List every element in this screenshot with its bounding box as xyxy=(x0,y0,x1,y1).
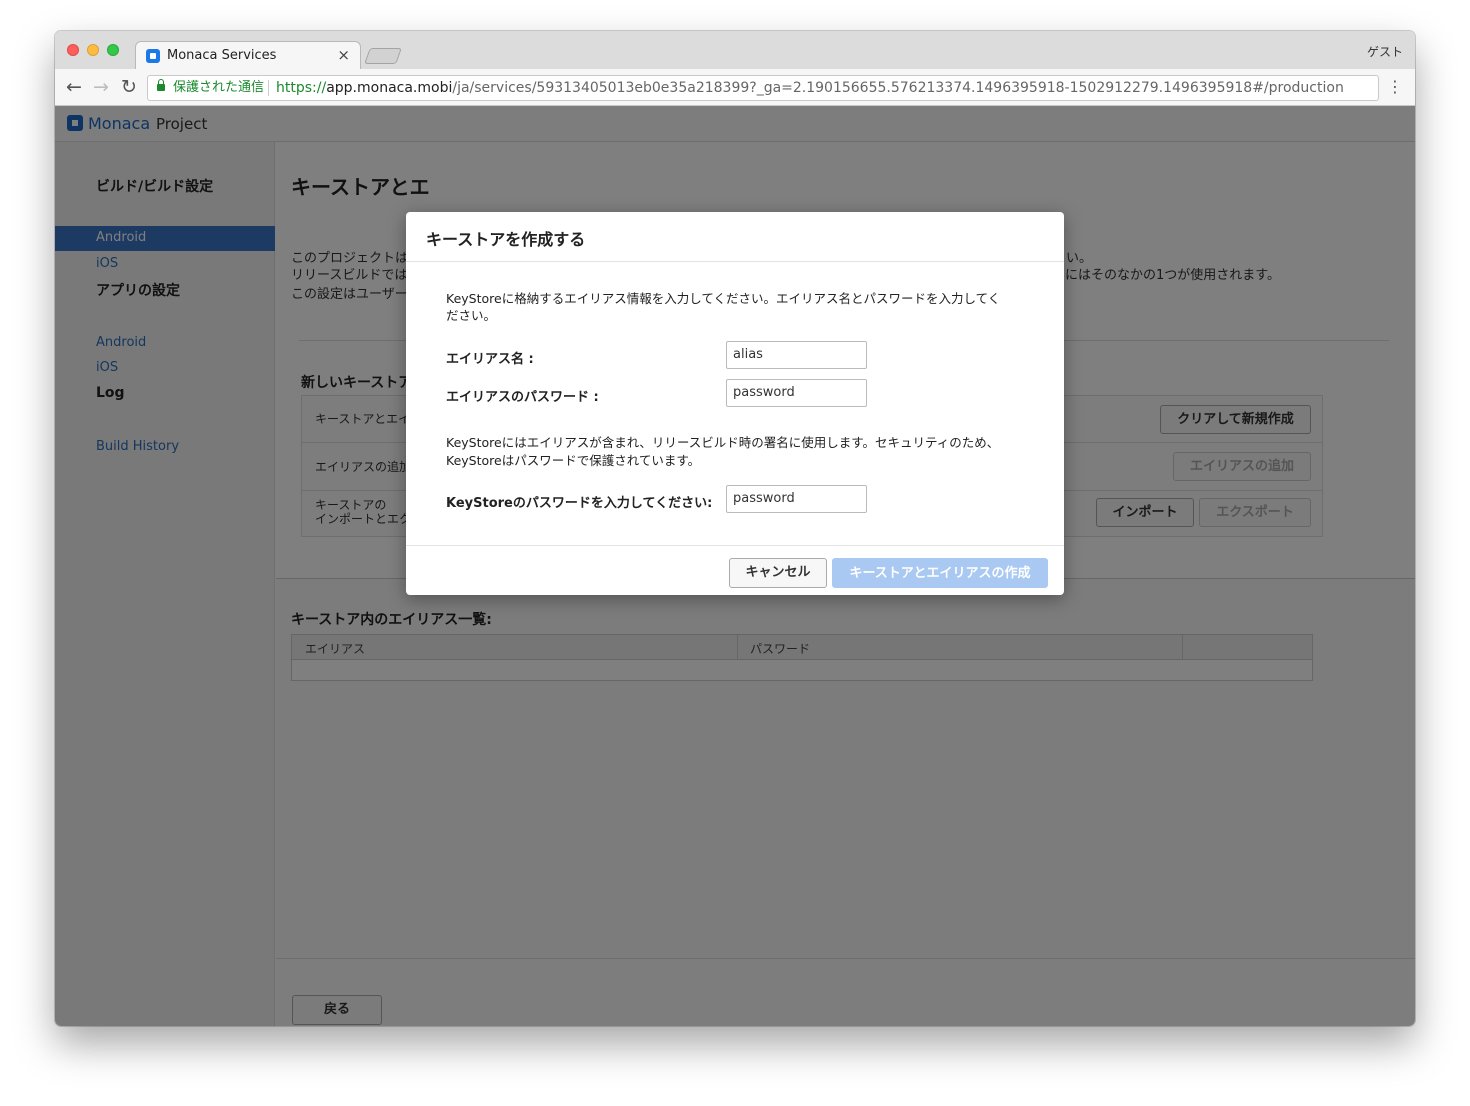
url-host: app.monaca.mobi xyxy=(326,80,453,96)
browser-menu-icon[interactable]: ⋮ xyxy=(1387,77,1403,97)
keystore-password-label: KeyStoreのパスワードを入力してください: xyxy=(446,496,713,511)
keystore-note-text: KeyStoreはパスワードで保護されています。 xyxy=(446,453,701,468)
alias-password-input[interactable]: password xyxy=(726,379,867,407)
keystore-note-text: KeyStoreにはエイリアスが含まれ、リリースビルド時の署名に使用します。セキ… xyxy=(446,435,1000,450)
secure-label: 保護された通信 xyxy=(173,80,265,95)
url-separator xyxy=(268,80,269,96)
forward-arrow-icon[interactable]: → xyxy=(90,76,112,98)
lock-icon xyxy=(157,79,165,91)
dialog-intro-text: KeyStoreに格納するエイリアス情報を入力してください。エイリアス名とパスワ… xyxy=(446,291,1001,306)
dialog-header: キーストアを作成する xyxy=(406,212,1064,262)
guest-profile[interactable]: ゲスト xyxy=(1367,43,1403,60)
monaca-favicon-icon xyxy=(146,49,160,63)
alias-name-input[interactable]: alias xyxy=(726,341,867,369)
minimize-window-button[interactable] xyxy=(87,44,99,56)
alias-password-label: エイリアスのパスワード : xyxy=(446,390,599,405)
create-keystore-and-alias-button[interactable]: キーストアとエイリアスの作成 xyxy=(832,558,1048,588)
browser-window: Monaca Services × ゲスト ← → ↻ 保護された通信 http… xyxy=(55,31,1415,1026)
close-window-button[interactable] xyxy=(67,44,79,56)
maximize-window-button[interactable] xyxy=(107,44,119,56)
browser-toolbar: ← → ↻ 保護された通信 https://app.monaca.mobi/ja… xyxy=(55,69,1415,106)
cancel-button[interactable]: キャンセル xyxy=(729,558,827,588)
url-text: https://app.monaca.mobi/ja/services/5931… xyxy=(276,76,1344,100)
dialog-intro-text: ださい。 xyxy=(446,308,497,323)
dialog-footer: キャンセル キーストアとエイリアスの作成 xyxy=(406,545,1064,595)
alias-name-label: エイリアス名 : xyxy=(446,352,534,367)
tab-bar: Monaca Services × ゲスト xyxy=(55,31,1415,70)
reload-icon[interactable]: ↻ xyxy=(118,76,140,98)
new-tab-button[interactable] xyxy=(364,48,402,64)
close-tab-icon[interactable]: × xyxy=(337,46,350,64)
tab-title: Monaca Services xyxy=(167,48,277,63)
back-arrow-icon[interactable]: ← xyxy=(63,76,85,98)
url-path: /ja/services/59313405013eb0e35a218399?_g… xyxy=(452,80,1344,96)
create-keystore-dialog: キーストアを作成する KeyStoreに格納するエイリアス情報を入力してください… xyxy=(406,212,1064,595)
dialog-title: キーストアを作成する xyxy=(426,230,586,249)
address-bar[interactable]: 保護された通信 https://app.monaca.mobi/ja/servi… xyxy=(147,75,1379,101)
page: Monaca Project ビルド/ビルド設定 Android iOS アプリ… xyxy=(55,106,1415,1026)
keystore-password-input[interactable]: password xyxy=(726,485,867,513)
url-scheme: https:// xyxy=(276,80,327,96)
tab-monaca-services[interactable]: Monaca Services × xyxy=(135,41,361,70)
